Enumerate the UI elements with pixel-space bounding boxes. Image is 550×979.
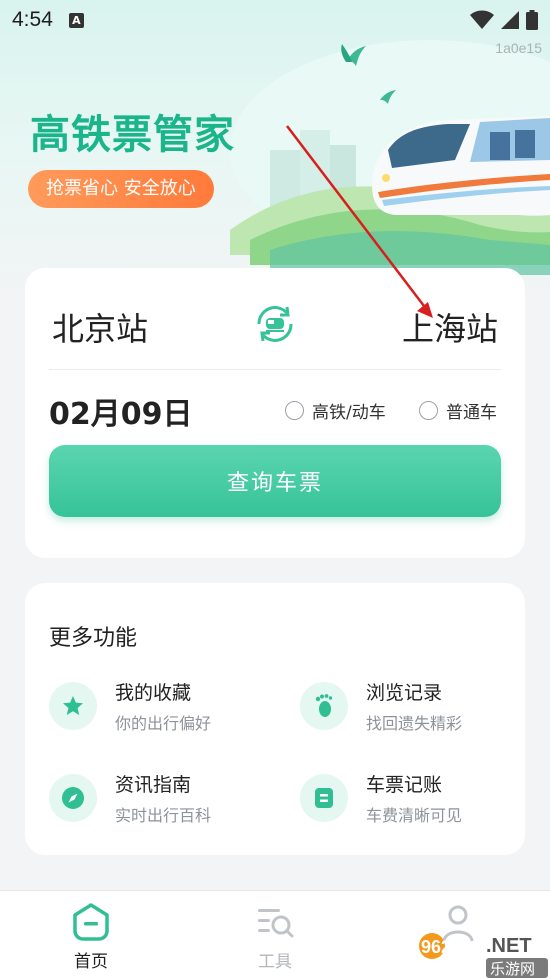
- nav-label: 首页: [74, 952, 108, 972]
- home-icon: [73, 903, 109, 941]
- site-watermark: 962 .NET 乐游网: [419, 933, 548, 978]
- annotation-arrow: [286, 125, 433, 318]
- nav-home[interactable]: 首页: [41, 891, 141, 979]
- nav-tools[interactable]: 工具: [225, 891, 325, 979]
- watermark-net: .NET: [486, 935, 532, 957]
- tools-icon: [258, 909, 294, 938]
- watermark-cn: 乐游网: [490, 960, 535, 978]
- watermark-main: 962: [421, 937, 451, 957]
- nav-label: 工具: [258, 952, 292, 972]
